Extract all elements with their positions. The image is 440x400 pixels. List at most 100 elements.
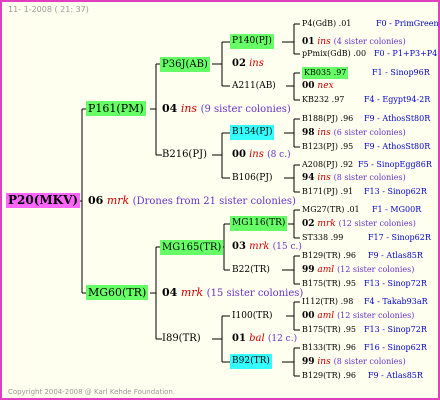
node-p36j-info: 02 ins xyxy=(232,58,264,70)
node-mg165-info: 03 mrk (15 c.) xyxy=(232,241,302,253)
year: 99 xyxy=(302,357,315,367)
year: 98 xyxy=(302,128,315,138)
line: ins xyxy=(249,58,264,69)
leaf-row[interactable]: A208(PJ) .92 xyxy=(302,159,353,171)
node-b106-info: 94 ins (8 sister colonies) xyxy=(302,172,406,184)
leaf-name: KB035 .97 xyxy=(304,68,347,77)
leaf-origin: F9 - AthosSt80R xyxy=(364,142,431,151)
node-label: P36J(AB) xyxy=(162,59,208,70)
line: ins xyxy=(249,149,264,160)
line: mrk xyxy=(180,286,204,299)
leaf-row[interactable]: pPmix(GdB) .00 xyxy=(302,48,366,60)
leaf-origin: F1 - Sinop96R xyxy=(372,68,430,77)
note: (15 sister colonies) xyxy=(206,288,304,299)
node-i89-info: 01 bal (12 c.) xyxy=(232,333,297,345)
leaf-name: B133(TR) .96 xyxy=(302,343,357,352)
node-label: B134(PJ) xyxy=(232,127,273,137)
leaf-name: B175(TR) .95 xyxy=(302,279,357,288)
leaf-origin: F9 - Atlas85R xyxy=(368,251,423,260)
leaf-origin: F17 - Sinop62R xyxy=(368,233,431,242)
leaf-name: B129(TR) .96 xyxy=(302,251,357,260)
leaf-row[interactable]: B133(TR) .96 xyxy=(302,342,356,354)
leaf-origin: F4 - Egypt94-2R xyxy=(364,95,431,104)
leaf-row[interactable]: ST338 .99 xyxy=(302,232,343,244)
year: 01 xyxy=(232,333,246,344)
drone-line: mrk xyxy=(106,194,130,207)
node-i100[interactable]: I100(TR) xyxy=(232,310,273,322)
leaf-row[interactable]: P4(GdB) .01 xyxy=(302,18,351,30)
node-label: B92(TR) xyxy=(232,356,270,366)
node-p36j[interactable]: P36J(AB) xyxy=(160,57,210,72)
leaf-row[interactable]: B129(TR) .96 xyxy=(302,370,356,382)
year: 04 xyxy=(162,102,178,115)
node-b92[interactable]: B92(TR) xyxy=(230,354,272,369)
leaf-row[interactable]: B175(TR) .95 xyxy=(302,324,356,336)
node-a211[interactable]: A211(AB) xyxy=(232,80,276,92)
leaf-row[interactable]: B171(PJ) .91 xyxy=(302,186,353,198)
leaf-row[interactable]: B129(TR) .96 xyxy=(302,250,356,262)
copyright-footer: Copyright 2004-2008 @ Karl Kehde Foundat… xyxy=(8,388,176,396)
node-b134-info: 98 ins (6 sister colonies) xyxy=(302,127,406,139)
line: aml xyxy=(317,311,335,321)
leaf-origin: F0 - P1+P3+P4 xyxy=(374,49,438,58)
note: (8 sister colonies) xyxy=(333,357,406,366)
leaf-name: ST338 .99 xyxy=(302,233,344,242)
node-b134[interactable]: B134(PJ) xyxy=(230,125,275,140)
leaf-name: pPmix(GdB) .00 xyxy=(302,49,367,58)
year: 00 xyxy=(232,149,246,160)
year: 99 xyxy=(302,265,315,275)
drone-year: 06 xyxy=(88,194,104,207)
leaf-row[interactable]: I112(TR) .98 xyxy=(302,296,353,308)
year: 01 xyxy=(302,37,315,47)
line: ins xyxy=(180,102,198,115)
leaf-origin: F0 - PrimGreen00 xyxy=(376,19,439,28)
leaf-name: B129(TR) .96 xyxy=(302,371,357,380)
leaf-row[interactable]: MG27(TR) .01 xyxy=(302,204,360,216)
leaf-origin: F9 - Atlas85R xyxy=(368,371,423,380)
node-p140-info: 01 ins (4 sister colonies) xyxy=(302,36,406,48)
drone-note: (Drones from 21 sister colonies) xyxy=(132,196,296,207)
node-p140[interactable]: P140(PJ) xyxy=(230,34,274,49)
note: (12 sister colonies) xyxy=(337,311,415,320)
leaf-name: KB232 .97 xyxy=(302,95,345,104)
year: 02 xyxy=(232,58,246,69)
node-mg116[interactable]: MG116(TR) xyxy=(230,216,288,231)
leaf-row[interactable]: KB035 .97 xyxy=(302,67,349,79)
node-b216[interactable]: B216(PJ) xyxy=(162,149,207,161)
node-p161[interactable]: P161(PM) xyxy=(86,101,146,116)
note: (8 sister colonies) xyxy=(333,173,406,182)
node-b22[interactable]: B22(TR) xyxy=(232,264,270,276)
leaf-origin: F13 - Sinop62R xyxy=(364,187,427,196)
leaf-name: I112(TR) .98 xyxy=(302,297,354,306)
note: (12 sister colonies) xyxy=(338,219,416,228)
node-label: MG116(TR) xyxy=(232,218,286,228)
node-mg60[interactable]: MG60(TR) xyxy=(86,285,149,300)
node-mg165[interactable]: MG165(TR) xyxy=(160,240,224,255)
year: 04 xyxy=(162,286,178,299)
leaf-row[interactable]: KB232 .97 xyxy=(302,94,344,106)
line: ins xyxy=(317,37,331,47)
node-b106[interactable]: B106(PJ) xyxy=(232,172,272,184)
queen-p20[interactable]: P20(MKV) xyxy=(6,193,81,208)
line: nex xyxy=(317,81,334,91)
note: (12 sister colonies) xyxy=(337,265,415,274)
line: bal xyxy=(249,333,265,344)
line: ins xyxy=(317,357,331,367)
note: (4 sister colonies) xyxy=(333,37,406,46)
note: (12 c.) xyxy=(267,334,298,344)
node-i89[interactable]: I89(TR) xyxy=(162,333,201,345)
note: (15 c.) xyxy=(272,242,302,252)
node-label: MG60(TR) xyxy=(88,286,147,299)
leaf-name: B188(PJ) .96 xyxy=(302,114,354,123)
leaf-origin: F4 - Takab93aR xyxy=(364,297,428,306)
node-label: P140(PJ) xyxy=(232,36,272,46)
leaf-row[interactable]: B123(PJ) .95 xyxy=(302,141,353,153)
year: 00 xyxy=(302,311,315,321)
node-p161-info: 04 ins (9 sister colonies) xyxy=(162,103,291,116)
drone-info: 06 mrk (Drones from 21 sister colonies) xyxy=(88,195,296,208)
leaf-row[interactable]: B175(TR) .95 xyxy=(302,278,356,290)
leaf-name: B171(PJ) .91 xyxy=(302,187,354,196)
leaf-row[interactable]: B188(PJ) .96 xyxy=(302,113,353,125)
node-mg60-info: 04 mrk (15 sister colonies) xyxy=(162,287,303,300)
pedigree-frame: 11- 1-2008 ( 21: 37) P20(MKV) 06 mrk (Dr… xyxy=(0,0,440,400)
